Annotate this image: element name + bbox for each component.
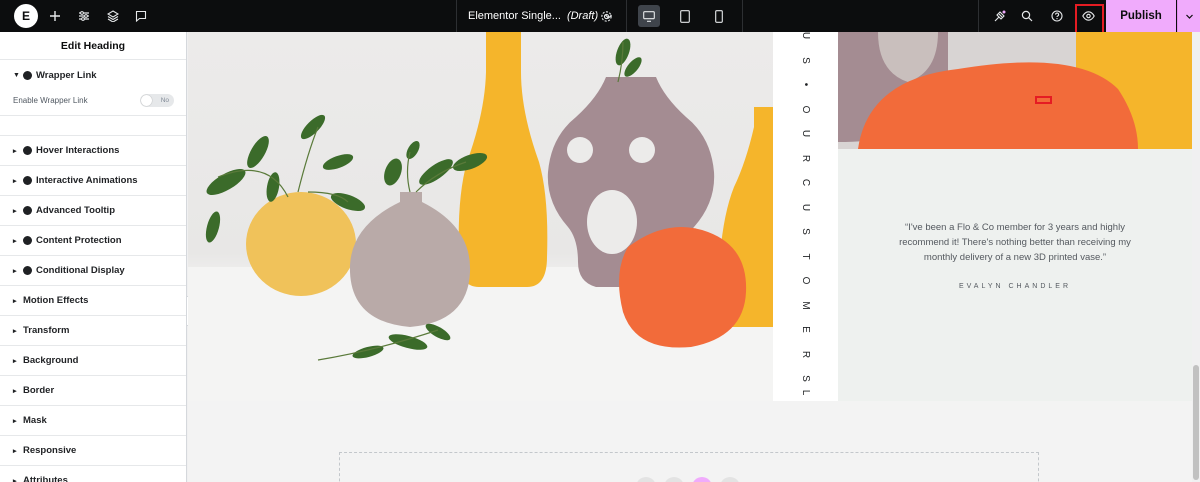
section-label: Content Protection — [36, 235, 122, 246]
gear-icon[interactable] — [594, 4, 618, 28]
document-name: Elementor Single... — [468, 10, 561, 22]
testimonial-quote: “I've been a Flo & Co member for 3 years… — [899, 222, 1131, 263]
section-label: Mask — [23, 415, 47, 426]
section-label: Interactive Animations — [36, 175, 138, 186]
add-section-button[interactable] — [636, 477, 656, 482]
preview-canvas: U S • O U R C U S T O M E R S L “I've been a Flo & Co m… — [188, 32, 1200, 482]
section-label: Hover Interactions — [36, 145, 120, 156]
vertical-letter: L — [800, 389, 811, 396]
template-library-button[interactable] — [664, 477, 684, 482]
section-background[interactable]: ▸ Background — [0, 346, 186, 376]
publish-button[interactable]: Publish — [1106, 0, 1176, 32]
comments-icon[interactable] — [129, 4, 153, 28]
section-hover-interactions[interactable]: ▸ Hover Interactions — [0, 136, 186, 166]
caret-right-icon: ▸ — [13, 267, 17, 275]
caret-right-icon: ▸ — [13, 177, 17, 185]
section-interactive-animations[interactable]: ▸ Interactive Animations — [0, 166, 186, 196]
chevron-down-icon — [1185, 14, 1193, 19]
caret-right-icon: ▸ — [13, 327, 17, 335]
section-responsive[interactable]: ▸ Responsive — [0, 436, 186, 466]
add-section-buttons — [636, 477, 740, 482]
testimonial-author: EVALYN CHANDLER — [958, 283, 1072, 290]
ai-button[interactable] — [692, 477, 712, 482]
addon-badge-icon — [23, 266, 32, 275]
addon-badge-icon — [23, 206, 32, 215]
vases-photo — [188, 32, 773, 401]
vertical-heading-strip[interactable]: U S • O U R C U S T O M E R S L — [773, 32, 838, 401]
addon-badge-icon — [23, 176, 32, 185]
add-icon[interactable] — [43, 4, 67, 28]
editor-panel: Edit Heading ▼ Wrapper Link Enable Wrapp… — [0, 32, 187, 482]
section-label: Background — [23, 355, 79, 366]
mobile-icon[interactable] — [708, 5, 730, 27]
section-label: Border — [23, 385, 55, 396]
addon-badge-icon — [23, 146, 32, 155]
wrapper-link-section: ▼ Wrapper Link Enable Wrapper Link No — [0, 60, 186, 116]
structure-icon[interactable] — [101, 4, 125, 28]
section-label: Motion Effects — [23, 295, 89, 306]
wrapper-link-header[interactable]: ▼ Wrapper Link — [0, 60, 186, 90]
section-label: Wrapper Link — [36, 69, 97, 81]
section-transform[interactable]: ▸ Transform — [0, 316, 186, 346]
selection-marker — [1035, 96, 1052, 104]
elementor-logo-icon[interactable]: E — [14, 4, 38, 28]
settings-sliders-icon[interactable] — [72, 4, 96, 28]
whats-new-icon[interactable] — [987, 4, 1011, 28]
caret-right-icon: ▸ — [13, 207, 17, 215]
section-label: Transform — [23, 325, 70, 336]
scrollbar-thumb[interactable] — [1193, 365, 1199, 480]
panel-title: Edit Heading — [0, 32, 186, 60]
caret-right-icon: ▸ — [13, 237, 17, 245]
top-bar: E Elementor Single... (Draft) Publish — [0, 0, 1200, 32]
orange-vase-photo — [838, 32, 1192, 149]
addon-badge-icon — [23, 236, 32, 245]
caret-right-icon: ▸ — [13, 297, 17, 305]
section-list: ▸ Hover Interactions ▸ Interactive Animatio… — [0, 136, 186, 482]
section-conditional-display[interactable]: ▸ Conditional Display — [0, 256, 186, 286]
tablet-icon[interactable] — [674, 5, 696, 27]
section-label: Advanced Tooltip — [36, 205, 115, 216]
enable-wrapper-link-toggle[interactable]: No — [140, 94, 174, 107]
section-label: Attributes — [23, 475, 68, 482]
caret-right-icon: ▸ — [13, 387, 17, 395]
section-mask[interactable]: ▸ Mask — [0, 406, 186, 436]
section-border[interactable]: ▸ Border — [0, 376, 186, 406]
caret-down-icon: ▼ — [13, 71, 20, 79]
caret-right-icon: ▸ — [13, 357, 17, 365]
section-motion-effects[interactable]: ▸ Motion Effects — [0, 286, 186, 316]
publish-options-button[interactable] — [1177, 0, 1200, 32]
section-label: Conditional Display — [36, 265, 125, 276]
kit-button[interactable] — [720, 477, 740, 482]
enable-wrapper-link-label: Enable Wrapper Link — [13, 96, 88, 105]
section-advanced-tooltip[interactable]: ▸ Advanced Tooltip — [0, 196, 186, 226]
addon-badge-icon — [23, 70, 32, 80]
desktop-icon[interactable] — [638, 5, 660, 27]
help-icon[interactable] — [1045, 4, 1069, 28]
testimonial-section: “I've been a Flo & Co member for 3 years… — [838, 149, 1192, 401]
section-content-protection[interactable]: ▸ Content Protection — [0, 226, 186, 256]
caret-right-icon: ▸ — [13, 447, 17, 455]
caret-right-icon: ▸ — [13, 147, 17, 155]
section-attributes[interactable]: ▸ Attributes — [0, 466, 186, 482]
scrollbar[interactable] — [1192, 32, 1200, 482]
search-icon[interactable] — [1015, 4, 1039, 28]
caret-right-icon: ▸ — [13, 477, 17, 482]
caret-right-icon: ▸ — [13, 417, 17, 425]
section-label: Responsive — [23, 445, 77, 456]
